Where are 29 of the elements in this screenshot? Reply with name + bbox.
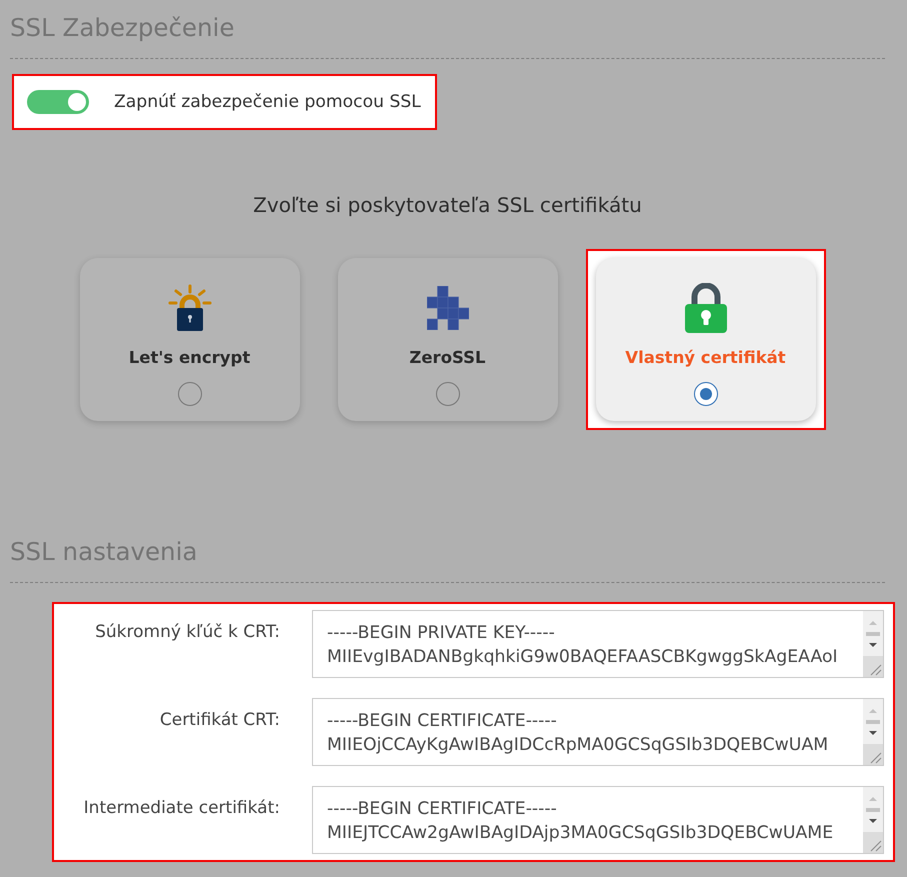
field-label: Intermediate certifikát: [84,797,280,820]
provider-name: ZeroSSL [409,347,486,369]
provider-card[interactable]: Let's encrypt [80,258,300,421]
radio-button[interactable] [436,382,460,406]
scrollbar[interactable] [863,611,883,656]
toggle-switch[interactable] [27,90,89,114]
field-label: Súkromný kľúč k CRT: [95,621,280,644]
section-title: SSL Zabezpečenie [10,12,234,44]
pixel-blocks-icon [426,286,468,330]
provider-heading: Zvoľte si poskytovateľa SSL certifikátu [253,193,642,217]
toggle-label: Zapnúť zabezpečenie pomocou SSL [114,92,421,112]
scrollbar[interactable] [863,787,883,832]
resize-grip-icon[interactable] [863,656,883,677]
resize-grip-icon[interactable] [863,832,883,853]
provider-card[interactable]: ZeroSSL [338,258,558,421]
radio-button[interactable] [694,382,718,406]
textarea-field[interactable]: -----BEGIN CERTIFICATE----- MIIEJTCCAw2gAwIBAgIDAjp3MA0GCSqGSIb3DQEBCwUAME [312,786,884,854]
resize-grip-icon[interactable] [863,744,883,765]
provider-name: Let's encrypt [128,347,250,369]
switch-knob [68,93,86,111]
field-label: Certifikát CRT: [160,709,280,732]
provider-name: Vlastný certifikát [625,347,786,369]
textarea-field[interactable]: -----BEGIN PRIVATE KEY----- MIIEvgIBADANBgkqhkiG9w0BAQEFAASCBKgwggSkAgEAAoI [312,610,884,678]
textarea-field[interactable]: -----BEGIN CERTIFICATE----- MIIEOjCCAyKgAwIBAgIDCcRpMA0GCSqGSIb3DQEBCwUAM [312,698,884,766]
padlock-with-rays-icon [166,284,212,332]
section-title: SSL nastavenia [10,536,198,568]
padlock-icon [684,283,726,333]
scrollbar[interactable] [863,699,883,744]
radio-button[interactable] [178,382,202,406]
